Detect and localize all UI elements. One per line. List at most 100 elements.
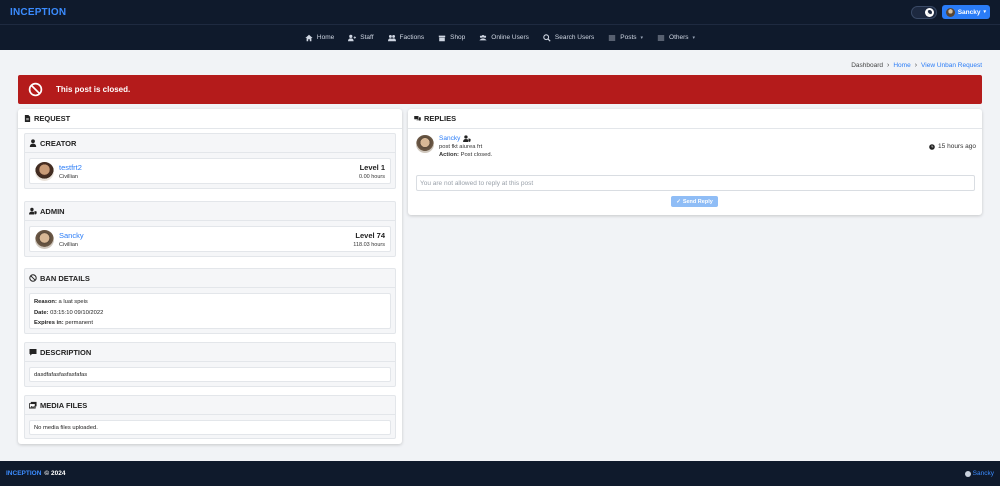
action-label: Action:	[439, 152, 459, 158]
reply-input[interactable]: You are not allowed to reply at this pos…	[416, 175, 975, 191]
nav-label: Shop	[450, 34, 466, 41]
footer-user[interactable]: Sancky	[964, 470, 994, 477]
creator-row: testfrt2 Civillian Level 1 0.00 hours	[29, 158, 391, 184]
footer-brand[interactable]: INCEPTION	[6, 470, 41, 477]
send-reply-label: Send Reply	[682, 198, 713, 205]
avatar	[35, 161, 54, 181]
shop-icon	[438, 35, 446, 41]
nav-label: Posts	[620, 34, 637, 41]
nav-posts[interactable]: Posts ▾	[608, 34, 643, 42]
file-icon	[24, 115, 31, 122]
user-shield-icon	[29, 207, 37, 215]
reply-author[interactable]: Sancky	[439, 135, 460, 142]
admin-title: ADMIN	[40, 206, 65, 216]
replies-title: REPLIES	[424, 114, 457, 123]
breadcrumb-current[interactable]: View Unban Request	[921, 62, 982, 69]
reason-label: Reason:	[34, 299, 57, 305]
creator-title: CREATOR	[40, 138, 77, 148]
chevron-right-icon: ›	[887, 62, 890, 69]
expires-label: Expires in:	[34, 320, 64, 326]
nav-label: Search Users	[554, 34, 595, 41]
reason-value: a luat speis	[58, 299, 88, 305]
brand-logo[interactable]: INCEPTION	[10, 7, 66, 18]
avatar	[416, 135, 434, 153]
nav-label: Online Users	[491, 34, 529, 41]
nav-label: Factions	[399, 34, 425, 41]
media-section: MEDIA FILES No media files uploaded.	[24, 395, 396, 439]
ban-details-body: Reason: a luat speis Date: 03:15:10 09/1…	[29, 293, 391, 329]
description-text: dasdfafasfasfasfafas	[34, 371, 88, 378]
admin-name[interactable]: Sancky	[59, 231, 84, 240]
admin-hours: 118.03 hours	[353, 241, 385, 248]
staff-icon	[348, 34, 357, 41]
user-menu-button[interactable]: Sancky ▾	[941, 5, 990, 19]
admin-section: ADMIN Sancky Civillian Level 74 118.03 h…	[24, 201, 396, 257]
description-body: dasdfafasfasfasfafas	[29, 367, 391, 382]
home-icon	[305, 34, 313, 41]
chevron-down-icon: ▾	[983, 9, 986, 15]
nav-search-users[interactable]: Search Users	[543, 33, 595, 42]
request-header: REQUEST	[18, 109, 402, 129]
creator-header: CREATOR	[25, 134, 395, 153]
factions-icon	[387, 34, 396, 41]
nav-shop[interactable]: Shop	[438, 34, 465, 42]
comments-icon	[414, 116, 421, 122]
main-nav: Home Staff Factions Shop Online Users Se…	[0, 24, 1000, 50]
admin-header: ADMIN	[25, 202, 395, 221]
date-label: Date:	[34, 309, 49, 316]
nav-home[interactable]: Home	[305, 34, 334, 42]
breadcrumb-home[interactable]: Home	[893, 62, 910, 69]
clock-icon	[929, 143, 935, 150]
ban-icon	[28, 82, 43, 97]
request-card: REQUEST CREATOR testfrt2 Civillian Level…	[18, 109, 402, 444]
chevron-right-icon: ›	[914, 62, 918, 69]
expires-value: permanent	[65, 320, 93, 326]
description-header: DESCRIPTION	[25, 343, 395, 362]
admin-level: Level 74	[355, 230, 385, 240]
creator-level: Level 1	[359, 162, 385, 172]
media-body: No media files uploaded.	[29, 420, 391, 435]
online-users-icon	[479, 34, 487, 40]
nav-factions[interactable]: Factions	[387, 34, 425, 42]
user-name: Sancky	[957, 8, 981, 16]
breadcrumb-dashboard[interactable]: Dashboard	[851, 62, 883, 69]
creator-name[interactable]: testfrt2	[59, 163, 82, 172]
reply-time-text: 15 hours ago	[938, 143, 976, 150]
media-header: MEDIA FILES	[25, 396, 395, 415]
nav-label: Others	[669, 34, 689, 41]
description-section: DESCRIPTION dasdfafasfasfasfafas	[24, 342, 396, 387]
reply-time: 15 hours ago	[929, 135, 976, 158]
send-reply-button[interactable]: ✓ Send Reply	[671, 196, 718, 207]
media-text: No media files uploaded.	[34, 424, 98, 431]
check-icon: ✓	[676, 198, 681, 205]
replies-header: REPLIES	[408, 109, 982, 129]
nav-others[interactable]: Others ▾	[657, 34, 695, 42]
reply-item: Sancky post fkt aiurea frt Action: Post …	[416, 135, 976, 158]
chevron-down-icon: ▾	[640, 34, 644, 41]
nav-staff[interactable]: Staff	[348, 34, 374, 42]
creator-role: Civillian	[59, 173, 78, 180]
closed-alert: This post is closed.	[18, 75, 982, 104]
admin-role: Civillian	[59, 241, 78, 248]
nav-online-users[interactable]: Online Users	[479, 34, 529, 42]
others-icon	[657, 35, 665, 40]
footer: INCEPTION © 2024 Sancky	[0, 461, 1000, 486]
nav-label: Staff	[360, 34, 374, 41]
search-icon	[543, 33, 551, 42]
theme-toggle[interactable]	[910, 5, 937, 19]
chevron-down-icon: ▾	[692, 34, 696, 41]
ban-details-section: BAN DETAILS Reason: a luat speis Date: 0…	[24, 268, 396, 334]
creator-hours: 0.00 hours	[359, 173, 385, 180]
footer-user-name: Sancky	[972, 470, 994, 477]
replies-body: Sancky post fkt aiurea frt Action: Post …	[408, 129, 982, 215]
reply-text: post fkt aiurea frt	[439, 144, 483, 150]
nav-label: Home	[316, 34, 335, 41]
user-avatar	[945, 7, 955, 17]
moon-icon	[924, 7, 934, 17]
admin-row: Sancky Civillian Level 74 118.03 hours	[29, 226, 391, 252]
breadcrumb: Dashboard › Home › View Unban Request	[851, 62, 982, 69]
alert-text: This post is closed.	[56, 85, 131, 94]
replies-card: REPLIES Sancky post fkt aiurea frt Actio…	[408, 109, 982, 215]
ban-icon	[29, 274, 37, 282]
action-value: Post closed.	[460, 152, 493, 158]
